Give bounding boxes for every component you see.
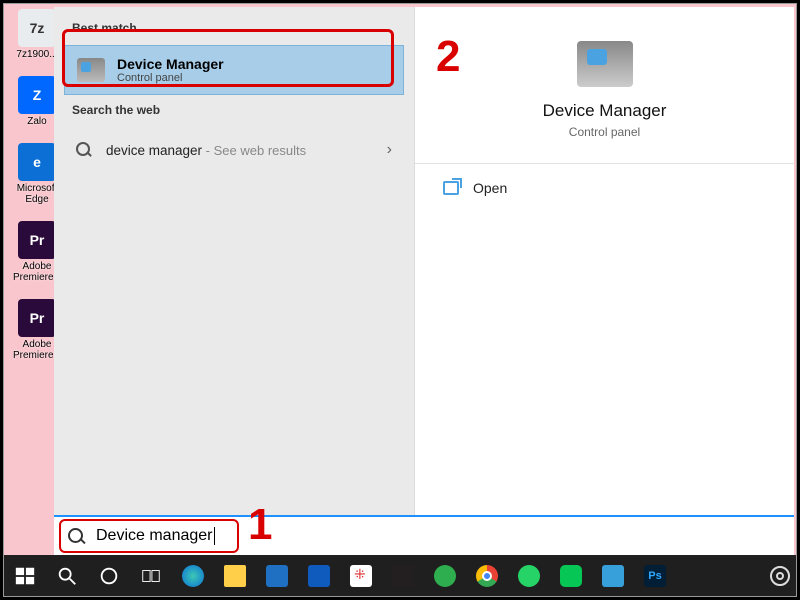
result-title: Device Manager xyxy=(117,56,224,72)
taskbar-app-line[interactable] xyxy=(550,555,592,596)
chevron-right-icon: › xyxy=(387,141,392,159)
device-manager-icon xyxy=(77,58,105,82)
taskbar-app-green[interactable] xyxy=(424,555,466,596)
search-input-text: Device manager xyxy=(96,527,213,545)
system-tray xyxy=(770,566,796,586)
taskbar-app-edge[interactable] xyxy=(172,555,214,596)
taskbar: ⁜ Ps xyxy=(4,555,796,596)
web-query: device manager xyxy=(106,143,202,158)
taskbar-app-store[interactable] xyxy=(256,555,298,596)
device-manager-icon xyxy=(577,41,633,87)
result-detail-pane: Device Manager Control panel Open xyxy=(414,7,794,563)
taskbar-app-office[interactable] xyxy=(382,555,424,596)
web-search-row[interactable]: device manager - See web results › xyxy=(64,131,404,169)
best-match-header: Best match xyxy=(54,17,414,41)
web-hint: - See web results xyxy=(202,143,306,158)
chrome-icon xyxy=(476,565,498,587)
folder-icon xyxy=(224,565,246,587)
open-label: Open xyxy=(473,180,507,196)
photos-icon xyxy=(602,565,624,587)
mail-icon xyxy=(308,565,330,587)
taskbar-search-button[interactable] xyxy=(46,555,88,596)
taskbar-app-explorer[interactable] xyxy=(214,555,256,596)
line-icon xyxy=(560,565,582,587)
cortana-button[interactable] xyxy=(88,555,130,596)
text-caret xyxy=(214,527,215,545)
cortana-icon xyxy=(98,565,120,587)
search-input-bar[interactable]: Device manager xyxy=(54,515,794,555)
gift-icon: ⁜ xyxy=(350,565,372,587)
result-subtitle: Control panel xyxy=(117,72,224,84)
whatsapp-icon xyxy=(518,565,540,587)
taskbar-app-photoshop[interactable]: Ps xyxy=(634,555,676,596)
search-results-column: Best match Device Manager Control panel … xyxy=(54,7,414,563)
search-icon xyxy=(56,565,78,587)
best-match-result[interactable]: Device Manager Control panel xyxy=(64,45,404,95)
taskbar-app-gift[interactable]: ⁜ xyxy=(340,555,382,596)
detail-title: Device Manager xyxy=(415,101,794,121)
taskbar-app-whatsapp[interactable] xyxy=(508,555,550,596)
search-web-header: Search the web xyxy=(54,99,414,123)
windows-icon xyxy=(14,565,36,587)
task-view-button[interactable] xyxy=(130,555,172,596)
task-view-icon xyxy=(140,565,162,587)
green-app-icon xyxy=(434,565,456,587)
search-icon xyxy=(76,142,92,158)
taskbar-app-mail[interactable] xyxy=(298,555,340,596)
store-icon xyxy=(266,565,288,587)
start-button[interactable] xyxy=(4,555,46,596)
edge-icon xyxy=(182,565,204,587)
taskbar-app-photos[interactable] xyxy=(592,555,634,596)
settings-icon[interactable] xyxy=(770,566,790,586)
photoshop-icon: Ps xyxy=(644,565,666,587)
start-search-panel: Best match Device Manager Control panel … xyxy=(54,7,794,563)
desktop: 7z7z1900... ZZalo eMicrosoft Edge PrAdob… xyxy=(3,3,797,597)
open-action[interactable]: Open xyxy=(415,164,794,212)
open-icon xyxy=(443,181,459,195)
taskbar-app-chrome[interactable] xyxy=(466,555,508,596)
detail-subtitle: Control panel xyxy=(415,125,794,139)
search-icon xyxy=(68,528,84,544)
office-icon xyxy=(392,565,414,587)
